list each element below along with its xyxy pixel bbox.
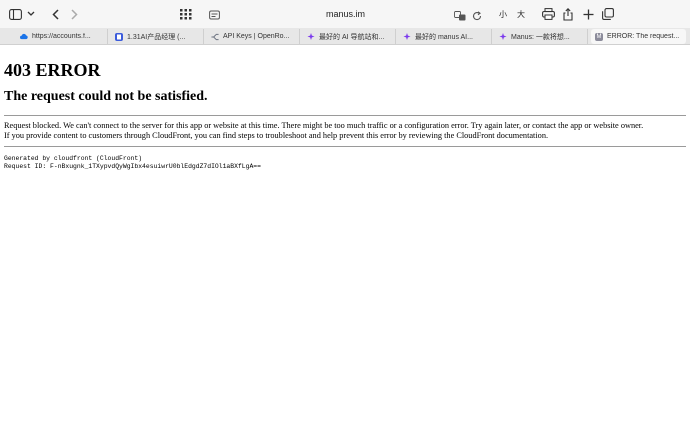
openrouter-icon [211, 33, 219, 41]
new-tab-icon[interactable] [583, 5, 594, 23]
sidebar-toggle-icon[interactable] [9, 5, 22, 23]
error-message-line2: If you provide content to customers thro… [4, 131, 549, 140]
tab-label: 1.31AI产品经理 (... [127, 33, 186, 41]
page-settings-icon[interactable] [209, 8, 220, 26]
tab-label: API Keys | OpenRo... [223, 33, 290, 40]
tab-bar: https://accounts.f... 1.31AI产品经理 (... AP… [0, 28, 690, 45]
chevron-down-icon[interactable] [27, 5, 35, 23]
share-icon[interactable] [563, 5, 573, 23]
error-heading: 403 ERROR [4, 60, 101, 80]
star-icon [403, 32, 411, 41]
error-subheading: The request could not be satisfied. [4, 89, 208, 104]
tab-label: 最好的 AI 导航站和... [319, 33, 385, 41]
tab-manus[interactable]: Manus: 一款将想... [495, 29, 588, 44]
translate-icon[interactable] [454, 8, 466, 26]
star-icon [307, 32, 315, 41]
font-small-button[interactable]: 小 [499, 5, 507, 23]
tab-label: https://accounts.f... [32, 33, 91, 40]
reload-icon[interactable] [472, 8, 482, 26]
tab-label: Manus: 一款将想... [511, 33, 570, 41]
tab-error-active[interactable]: M ERROR: The request... [591, 29, 686, 44]
cloud-icon [20, 33, 28, 41]
doc-icon [115, 32, 123, 41]
tab-ai-pm[interactable]: 1.31AI产品经理 (... [111, 29, 204, 44]
error-message-line1: Request blocked. We can't connect to the… [4, 121, 644, 130]
tab-accounts[interactable]: https://accounts.f... [16, 29, 108, 44]
divider [4, 115, 686, 116]
tab-label: ERROR: The request... [607, 33, 680, 40]
tab-label: 最好的 manus AI... [415, 33, 473, 41]
tab-overview-icon[interactable] [602, 5, 614, 23]
forward-icon[interactable] [71, 5, 78, 23]
browser-toolbar: manus.im 小 大 [0, 0, 690, 28]
divider [4, 146, 686, 147]
tab-openrouter[interactable]: API Keys | OpenRo... [207, 29, 300, 44]
star-icon [499, 32, 507, 41]
generated-by-text: Generated by cloudfront (CloudFront) [4, 155, 143, 162]
address-bar[interactable]: manus.im [203, 4, 488, 24]
back-icon[interactable] [52, 5, 59, 23]
grid-icon[interactable] [180, 5, 192, 23]
address-url: manus.im [325, 9, 365, 19]
print-icon[interactable] [542, 5, 555, 23]
tab-manus-ai[interactable]: 最好的 manus AI... [399, 29, 492, 44]
font-large-button[interactable]: 大 [517, 5, 525, 23]
page-content: 403 ERROR The request could not be satis… [4, 52, 686, 171]
tab-ai-nav[interactable]: 最好的 AI 导航站和... [303, 29, 396, 44]
request-id-text: Request ID: F-nBxugnk_1TXypvdQyWgIbx4esu… [4, 163, 261, 170]
m-icon: M [595, 32, 603, 41]
